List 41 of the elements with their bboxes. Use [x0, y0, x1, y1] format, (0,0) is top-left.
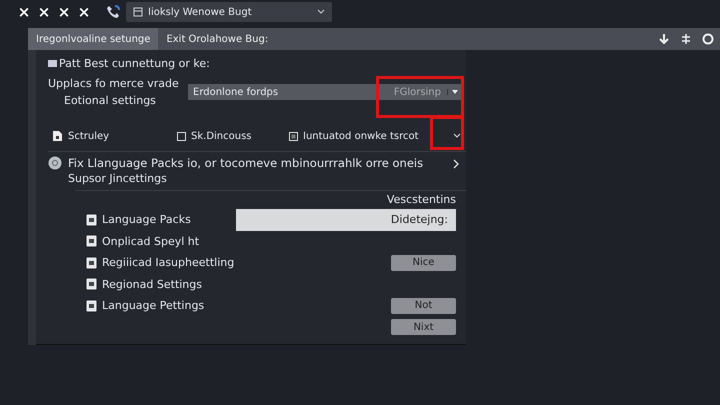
caret-icon[interactable] [453, 133, 461, 139]
document-icon [86, 214, 97, 226]
window-icon [133, 7, 143, 17]
document-icon [86, 256, 97, 269]
description-text: Upplacs fo merce vrade [48, 77, 180, 90]
checkbox-label: Sk.Dincouss [191, 130, 252, 142]
document-icon [86, 300, 97, 312]
tab[interactable]: Exit Orolahowe Bug: [158, 28, 276, 50]
close-icon[interactable]: × [34, 3, 54, 21]
option-label: Sctruley [68, 130, 110, 142]
phone-icon[interactable] [106, 5, 120, 19]
chevron-icon [453, 159, 460, 169]
close-icon[interactable]: × [14, 3, 34, 21]
action-button[interactable]: Not [391, 298, 456, 314]
action-button[interactable]: Nice [391, 254, 456, 271]
list-item-label: Language Packs [102, 213, 191, 226]
list-item-label: Regiiicad Iasupheettling [102, 256, 234, 270]
document-icon [86, 278, 97, 290]
checkbox[interactable] [48, 60, 57, 66]
list-item-label: Regionad Settings [102, 278, 202, 291]
select-field[interactable]: Erdonlone fordps FGlorsinp [188, 84, 462, 100]
download-icon[interactable] [658, 33, 670, 45]
column-label: Vescstentins [386, 193, 456, 206]
tab[interactable]: Iregonlvoaline setunge [28, 28, 158, 50]
close-icon[interactable]: × [54, 3, 74, 21]
list-item-label: Onplicad Speyl ht [102, 234, 200, 248]
list-item-label: Language Pettings [102, 299, 204, 312]
checkbox-label: Iuntuatod onwke tsrcot [303, 130, 419, 142]
document-icon [86, 235, 97, 248]
checkbox-label: Patt Best cunnettung or ke: [59, 56, 210, 70]
checkbox[interactable] [177, 132, 186, 140]
close-icon[interactable]: × [74, 3, 94, 21]
checkbox[interactable] [289, 132, 298, 140]
file-icon [52, 130, 63, 142]
caret-icon [317, 9, 325, 15]
disc-icon [48, 156, 62, 170]
section-label: Eotional settings [63, 94, 157, 107]
action-button[interactable]: Nixt [391, 319, 456, 336]
window-dropdown[interactable]: Iioksly Wenowe Bugt [126, 2, 332, 22]
input-field[interactable]: Didetejng: [236, 208, 456, 231]
section-row[interactable]: Fix Llanguage Packs io, or tocomeve mbinourrrahlk orre oneis Supsor Jincettings [48, 152, 460, 190]
